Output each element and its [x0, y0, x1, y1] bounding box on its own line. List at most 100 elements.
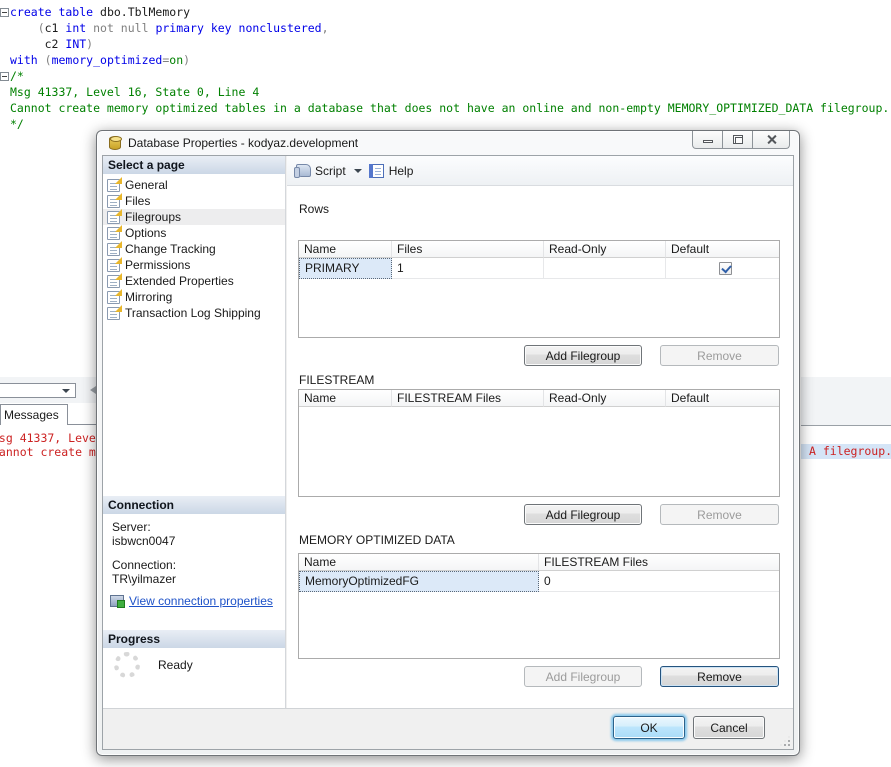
- code-fold-marker[interactable]: [0, 8, 9, 17]
- maximize-button[interactable]: [722, 131, 753, 149]
- help-button[interactable]: Help: [389, 164, 414, 178]
- database-icon: [109, 136, 121, 150]
- help-icon: [372, 164, 384, 178]
- rows-grid-header: Name Files Read-Only Default: [299, 241, 779, 258]
- default-cell[interactable]: [666, 258, 779, 279]
- sidebar-item-files[interactable]: Files: [103, 193, 285, 209]
- sidebar-item-options[interactable]: Options: [103, 225, 285, 241]
- connection-value: TR\yilmazer: [112, 572, 176, 586]
- page-list: General Files Filegroups Options Change …: [103, 177, 285, 321]
- page-icon: [107, 211, 120, 224]
- table-row[interactable]: PRIMARY 1: [299, 258, 779, 279]
- sidebar-item-label: Files: [125, 194, 150, 208]
- view-connection-properties[interactable]: View connection properties: [110, 594, 273, 608]
- column-header: FILESTREAM Files: [539, 554, 779, 571]
- page-icon: [107, 275, 120, 288]
- filegroup-name-cell[interactable]: PRIMARY: [299, 258, 392, 279]
- code-line: */: [10, 116, 24, 132]
- code-line: with (memory_optimized=on): [10, 52, 190, 68]
- maximize-icon: [733, 135, 743, 144]
- memory-remove-button[interactable]: Remove: [660, 666, 779, 687]
- chevron-down-icon: [62, 389, 70, 393]
- server-value: isbwcn0047: [112, 534, 175, 548]
- error-message-line: Cannot create memory optimized tables in…: [0, 445, 96, 459]
- column-header: Name: [299, 241, 392, 258]
- filegroups-page: Script Help Rows Name Files Read-Only De…: [287, 156, 793, 708]
- column-header: Default: [666, 241, 779, 258]
- filestream-grid-header: Name FILESTREAM Files Read-Only Default: [299, 390, 779, 407]
- close-icon: [766, 134, 777, 145]
- sidebar-item-extended-properties[interactable]: Extended Properties: [103, 273, 285, 289]
- sidebar-item-label: Options: [125, 226, 166, 240]
- cancel-button[interactable]: Cancel: [693, 716, 765, 739]
- code-line: Msg 41337, Level 16, State 0, Line 4: [10, 84, 259, 100]
- sidebar-item-filegroups[interactable]: Filegroups: [103, 209, 285, 225]
- minimize-button[interactable]: [692, 131, 723, 149]
- sidebar-item-label: Filegroups: [125, 210, 181, 224]
- messages-pane[interactable]: Msg 41337, Level 16, State 0, Line 4 Can…: [0, 429, 96, 463]
- page-icon: [107, 227, 120, 240]
- read-only-cell[interactable]: [544, 258, 666, 279]
- results-combobox[interactable]: [0, 383, 76, 398]
- dialog-footer: OK Cancel: [103, 708, 793, 749]
- files-count-cell[interactable]: 1: [392, 258, 544, 279]
- column-header: FILESTREAM Files: [392, 390, 544, 407]
- sidebar-item-permissions[interactable]: Permissions: [103, 257, 285, 273]
- page-icon: [107, 195, 120, 208]
- filestream-files-cell[interactable]: 0: [539, 571, 779, 592]
- filestream-section-label: FILESTREAM: [299, 373, 374, 387]
- sidebar-item-label: Permissions: [125, 258, 190, 272]
- resize-grip[interactable]: [780, 736, 790, 746]
- rows-add-filegroup-button[interactable]: Add Filegroup: [524, 345, 642, 366]
- server-label: Server:: [112, 520, 151, 534]
- code-fold-marker[interactable]: [0, 72, 9, 81]
- minimize-icon: [703, 140, 713, 143]
- code-line: c2 INT): [10, 36, 93, 52]
- progress-spinner-icon: [114, 652, 140, 678]
- error-message-line: Msg 41337, Level 16, State 0, Line 4: [0, 431, 96, 445]
- default-checkbox[interactable]: [719, 262, 732, 275]
- dialog-toolbar: Script Help: [287, 156, 793, 186]
- filestream-add-filegroup-button[interactable]: Add Filegroup: [524, 504, 642, 525]
- tab-messages[interactable]: Messages: [0, 404, 68, 425]
- connection-header: Connection: [103, 496, 285, 514]
- sidebar: Select a page General Files Filegroups O…: [103, 156, 286, 708]
- memory-add-filegroup-button: Add Filegroup: [524, 666, 642, 687]
- code-line: Cannot create memory optimized tables in…: [10, 100, 889, 116]
- script-button[interactable]: Script: [315, 164, 346, 178]
- page-icon: [107, 307, 120, 320]
- page-icon: [107, 179, 120, 192]
- ok-button[interactable]: OK: [613, 716, 685, 739]
- memory-optimized-section-label: MEMORY OPTIMIZED DATA: [299, 533, 455, 547]
- script-dropdown-icon[interactable]: [354, 169, 362, 173]
- memory-optimized-grid: Name FILESTREAM Files MemoryOptimizedFG …: [298, 553, 780, 659]
- connection-label: Connection:: [112, 558, 176, 572]
- filegroup-name-cell[interactable]: MemoryOptimizedFG: [299, 571, 539, 592]
- sidebar-item-mirroring[interactable]: Mirroring: [103, 289, 285, 305]
- sidebar-item-transaction-log-shipping[interactable]: Transaction Log Shipping: [103, 305, 285, 321]
- sidebar-header: Select a page: [103, 156, 285, 174]
- sidebar-item-change-tracking[interactable]: Change Tracking: [103, 241, 285, 257]
- connection-properties-icon: [110, 595, 124, 607]
- memory-grid-header: Name FILESTREAM Files: [299, 554, 779, 571]
- progress-header: Progress: [103, 630, 285, 648]
- sidebar-item-label: Mirroring: [125, 290, 172, 304]
- dialog-title: Database Properties - kodyaz.development: [128, 136, 358, 150]
- close-button[interactable]: [752, 131, 790, 149]
- sidebar-item-general[interactable]: General: [103, 177, 285, 193]
- code-line: create table dbo.TblMemory: [10, 4, 190, 20]
- table-row[interactable]: MemoryOptimizedFG 0: [299, 571, 779, 592]
- page-icon: [107, 259, 120, 272]
- column-header: Read-Only: [544, 390, 666, 407]
- tabstrip-divider: [67, 424, 96, 425]
- sidebar-item-label: Change Tracking: [125, 242, 216, 256]
- view-connection-properties-link[interactable]: View connection properties: [129, 594, 273, 608]
- column-header: Default: [666, 390, 779, 407]
- filestream-grid: Name FILESTREAM Files Read-Only Default: [298, 389, 780, 497]
- rows-section-label: Rows: [299, 202, 329, 216]
- error-message-fragment: A filegroup.: [801, 444, 891, 459]
- sidebar-item-label: Extended Properties: [125, 274, 234, 288]
- filestream-remove-button: Remove: [660, 504, 779, 525]
- sidebar-item-label: Transaction Log Shipping: [125, 306, 261, 320]
- code-line: /*: [10, 68, 24, 84]
